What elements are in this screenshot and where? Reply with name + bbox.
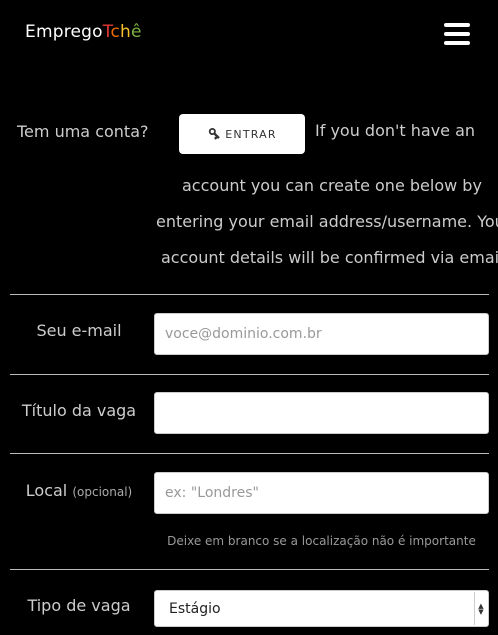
job-type-select[interactable]: Estágio ▲ ▼ (154, 590, 489, 627)
job-title-label: Título da vaga (21, 401, 137, 420)
account-message-line: account details will be confirmed via em… (161, 248, 498, 267)
account-message-line: entering your email address/username. Yo… (156, 212, 498, 231)
site-logo[interactable]: EmpregoTchê (25, 22, 142, 42)
location-label: Local (opcional) (25, 481, 133, 500)
logo-text-tche: Tchê (102, 22, 142, 42)
location-hint: Deixe em branco se a localização não é i… (167, 534, 476, 548)
location-placeholder: ex: "Londres" (165, 485, 259, 501)
login-button[interactable]: ENTRAR (179, 114, 305, 154)
email-field[interactable]: voce@dominio.com.br (154, 313, 489, 355)
account-message-line: If you don't have an (315, 121, 476, 140)
site-header: EmpregoTchê (0, 0, 498, 70)
job-title-field[interactable] (154, 392, 489, 434)
account-prompt: Tem uma conta? (17, 122, 149, 141)
divider (10, 453, 489, 454)
email-label: Seu e-mail (36, 321, 122, 340)
logo-text-emprego: Emprego (25, 22, 103, 42)
divider (10, 374, 489, 375)
divider (10, 569, 489, 570)
hamburger-icon[interactable] (444, 23, 470, 45)
divider (10, 294, 489, 295)
optional-tag: (opcional) (72, 485, 133, 499)
login-button-label: ENTRAR (225, 127, 277, 141)
account-message-line: account you can create one below by (182, 176, 482, 195)
job-type-label: Tipo de vaga (27, 596, 131, 615)
job-type-selected: Estágio (169, 600, 221, 617)
email-placeholder: voce@dominio.com.br (165, 326, 322, 342)
select-arrow-icon: ▲ ▼ (474, 592, 487, 625)
location-field[interactable]: ex: "Londres" (154, 472, 489, 514)
key-icon (209, 128, 221, 140)
